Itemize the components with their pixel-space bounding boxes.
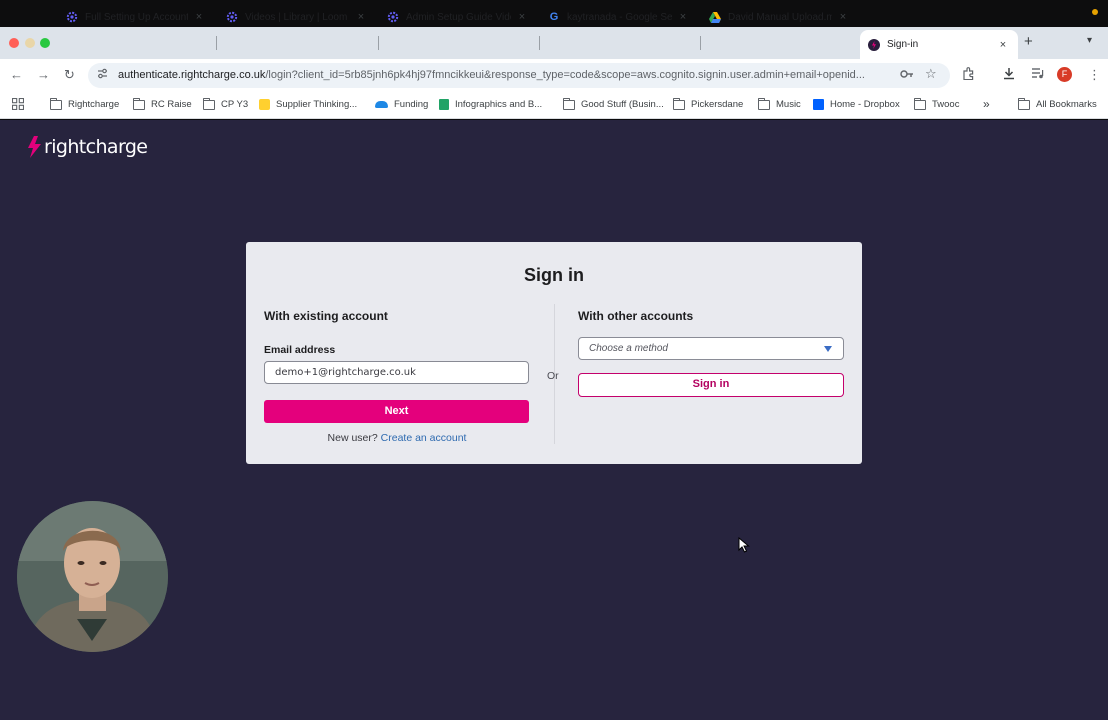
tab-divider <box>539 36 540 50</box>
rightcharge-icon <box>868 38 880 51</box>
bookmark-supplier-thinking[interactable]: Supplier Thinking... <box>259 99 357 110</box>
close-window-button[interactable] <box>9 38 19 48</box>
tab-full-setting-up-account[interactable]: Full Setting Up Account × <box>58 4 214 30</box>
bookmarks-overflow-button[interactable]: » <box>983 97 990 111</box>
new-user-prompt: New user? Create an account <box>246 432 548 444</box>
new-user-text: New user? <box>327 432 378 444</box>
folder-icon <box>758 97 770 110</box>
bookmark-cp-y3[interactable]: CP Y3 <box>203 97 248 110</box>
tab-sign-in[interactable]: Sign-in × <box>860 30 1018 59</box>
bookmark-home-dropbox[interactable]: Home - Dropbox <box>813 99 900 110</box>
close-tab-icon[interactable]: × <box>676 11 690 23</box>
tab-divider <box>216 36 217 50</box>
tab-search-chevron-icon[interactable]: ▾ <box>1087 35 1092 46</box>
tab-label: Full Setting Up Account <box>85 11 188 23</box>
close-tab-icon[interactable]: × <box>515 11 529 23</box>
apps-grid-icon[interactable] <box>11 97 25 114</box>
page-content: rightcharge Sign in With existing accoun… <box>0 120 1108 720</box>
page-title: Sign in <box>524 265 584 285</box>
all-bookmarks-button[interactable]: All Bookmarks <box>1018 97 1097 110</box>
tab-kaytranada-google-search[interactable]: G kaytranada - Google Se × <box>540 4 698 30</box>
gear-icon <box>66 11 78 23</box>
folder-icon <box>203 97 215 110</box>
loom-icon <box>226 11 238 23</box>
next-button[interactable]: Next <box>264 400 529 423</box>
close-tab-icon[interactable]: × <box>836 11 850 23</box>
sign-in-button[interactable]: Sign in <box>578 373 844 397</box>
bookmark-good-stuff[interactable]: Good Stuff (Busin... <box>563 97 664 110</box>
caret-down-icon <box>824 346 832 352</box>
forward-arrow-icon[interactable]: → <box>37 67 50 83</box>
url-text[interactable]: authenticate.rightcharge.co.uk/login?cli… <box>118 69 894 81</box>
close-tab-icon[interactable]: × <box>354 11 368 23</box>
folder-icon <box>133 97 145 110</box>
folder-icon <box>563 97 575 110</box>
folder-icon <box>50 97 62 110</box>
maximize-window-button[interactable] <box>40 38 50 48</box>
extensions-icon[interactable] <box>962 67 975 84</box>
bookmark-twooc[interactable]: Twooc <box>914 97 959 110</box>
minimize-window-button[interactable] <box>25 38 35 48</box>
bookmark-music[interactable]: Music <box>758 97 801 110</box>
mouse-cursor-icon <box>738 537 750 553</box>
onedrive-icon <box>375 101 388 108</box>
bookmark-rc-raise[interactable]: RC Raise <box>133 97 192 110</box>
bolt-logo-icon <box>28 136 41 158</box>
sheets-icon <box>439 99 449 110</box>
folder-icon <box>673 97 685 110</box>
bookmark-pickersdane[interactable]: Pickersdane <box>673 97 743 110</box>
profile-avatar[interactable]: F <box>1057 67 1072 82</box>
existing-account-heading: With existing account <box>264 309 388 323</box>
close-tab-icon[interactable]: × <box>996 39 1010 51</box>
tab-label: Sign-in <box>887 39 919 50</box>
tab-divider <box>700 36 701 50</box>
presenter-avatar <box>17 501 168 652</box>
site-settings-icon[interactable] <box>97 68 108 85</box>
bookmark-funding[interactable]: Funding <box>375 99 428 110</box>
bookmarks-bar: Rightcharge RC Raise CP Y3 Supplier Thin… <box>0 92 1108 119</box>
folder-icon <box>1018 97 1030 110</box>
tab-admin-setup-guide[interactable]: Admin Setup Guide Vide × <box>379 4 537 30</box>
tab-divider <box>378 36 379 50</box>
password-key-icon[interactable] <box>900 68 914 84</box>
bookmark-infographics[interactable]: Infographics and B... <box>439 99 542 110</box>
other-accounts-heading: With other accounts <box>578 309 694 323</box>
recording-indicator-icon <box>1092 9 1098 15</box>
miro-icon <box>259 99 270 110</box>
back-arrow-icon[interactable]: ← <box>10 67 23 83</box>
loom-icon <box>387 11 399 23</box>
tab-label: kaytranada - Google Se <box>567 11 672 23</box>
tab-label: David Manual Upload.m <box>728 11 832 23</box>
browser-toolbar: ← → ↻ authenticate.rightcharge.co.uk/log… <box>0 59 1108 92</box>
close-tab-icon[interactable]: × <box>192 11 206 23</box>
create-account-link[interactable]: Create an account <box>381 432 467 444</box>
google-drive-icon <box>709 11 721 23</box>
or-separator: Or <box>547 370 559 382</box>
email-field[interactable]: demo+1@rightcharge.co.uk <box>264 361 529 384</box>
method-select[interactable]: Choose a method <box>578 337 844 360</box>
download-icon[interactable] <box>1003 67 1015 84</box>
address-bar[interactable]: authenticate.rightcharge.co.uk/login?cli… <box>88 63 950 88</box>
reload-icon[interactable]: ↻ <box>64 67 75 83</box>
sign-in-card: Sign in With existing account Email addr… <box>246 242 862 464</box>
bookmark-rightcharge[interactable]: Rightcharge <box>50 97 119 110</box>
folder-icon <box>914 97 926 110</box>
logo-text: rightcharge <box>44 136 148 158</box>
bookmark-star-icon[interactable]: ☆ <box>925 66 937 82</box>
tab-label: Videos | Library | Loom <box>245 11 348 23</box>
more-menu-icon[interactable]: ⋮ <box>1088 67 1101 83</box>
email-label: Email address <box>264 344 336 356</box>
rightcharge-logo: rightcharge <box>28 136 148 158</box>
tab-label: Admin Setup Guide Vide <box>406 11 511 23</box>
new-tab-button[interactable]: + <box>1024 33 1033 50</box>
tab-david-manual-upload[interactable]: David Manual Upload.m × <box>701 4 858 30</box>
media-controls-icon[interactable] <box>1031 67 1044 83</box>
google-icon: G <box>549 11 559 23</box>
tab-videos-library-loom[interactable]: Videos | Library | Loom × <box>218 4 376 30</box>
webcam-bubble[interactable] <box>17 501 168 652</box>
method-placeholder: Choose a method <box>589 343 668 354</box>
dropbox-icon <box>813 99 824 110</box>
